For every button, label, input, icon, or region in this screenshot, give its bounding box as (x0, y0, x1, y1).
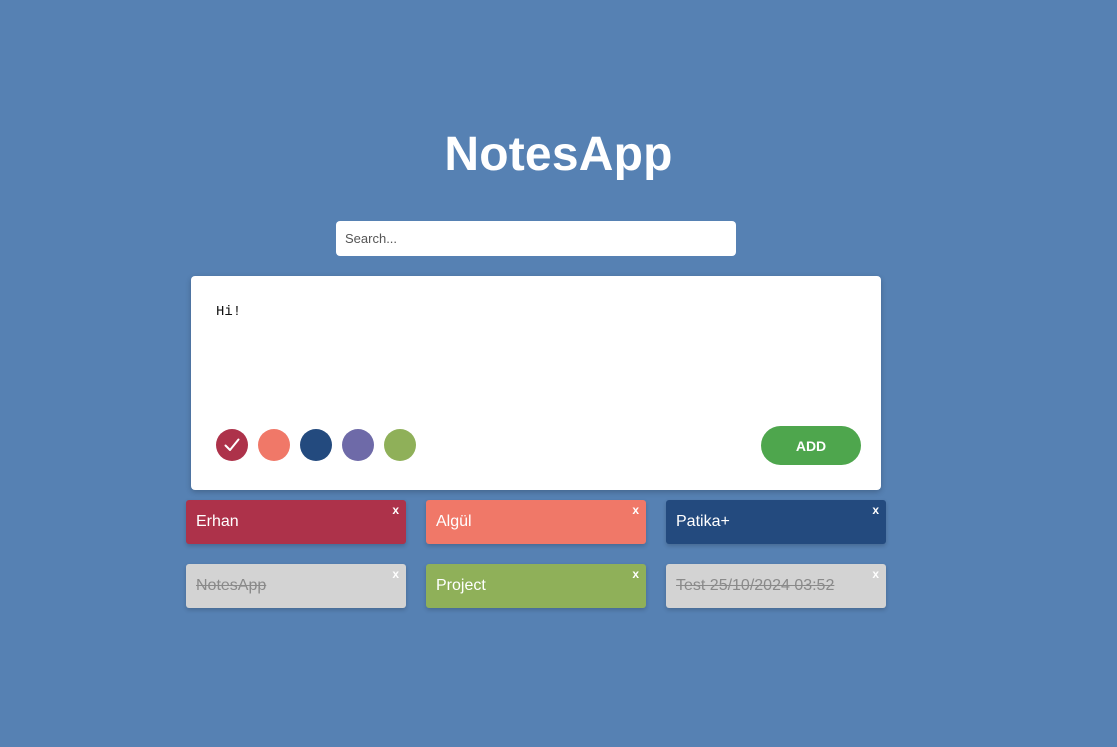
add-button[interactable]: ADD (761, 426, 861, 465)
color-swatch-1[interactable] (216, 429, 248, 461)
note-text: Test 25/10/2024 03:52 (676, 577, 835, 594)
color-swatch-3[interactable] (300, 429, 332, 461)
color-swatch-4[interactable] (342, 429, 374, 461)
color-swatch-2[interactable] (258, 429, 290, 461)
delete-note-button[interactable]: x (632, 567, 639, 581)
note-text: Project (436, 577, 486, 594)
app-title: NotesApp (444, 128, 673, 181)
note-card[interactable]: Algül x (426, 500, 646, 544)
check-icon (224, 438, 240, 451)
note-text: Algül (436, 513, 472, 530)
note-text: Erhan (196, 513, 239, 530)
note-text: Patika+ (676, 513, 730, 530)
color-swatch-5[interactable] (384, 429, 416, 461)
note-editor: Hi! ADD (191, 276, 881, 490)
note-card[interactable]: Test 25/10/2024 03:52 x (666, 564, 886, 608)
note-text: NotesApp (196, 577, 267, 594)
note-card[interactable]: NotesApp x (186, 564, 406, 608)
note-card[interactable]: Project x (426, 564, 646, 608)
note-card[interactable]: Erhan x (186, 500, 406, 544)
delete-note-button[interactable]: x (392, 567, 399, 581)
delete-note-button[interactable]: x (392, 503, 399, 517)
note-card[interactable]: Patika+ x (666, 500, 886, 544)
delete-note-button[interactable]: x (872, 567, 879, 581)
search-input[interactable] (336, 221, 736, 256)
delete-note-button[interactable]: x (632, 503, 639, 517)
notes-list: Erhan x Algül x Patika+ x NotesApp x Pro… (186, 500, 886, 608)
color-picker (216, 429, 416, 461)
note-textarea[interactable]: Hi! (216, 304, 856, 414)
delete-note-button[interactable]: x (872, 503, 879, 517)
